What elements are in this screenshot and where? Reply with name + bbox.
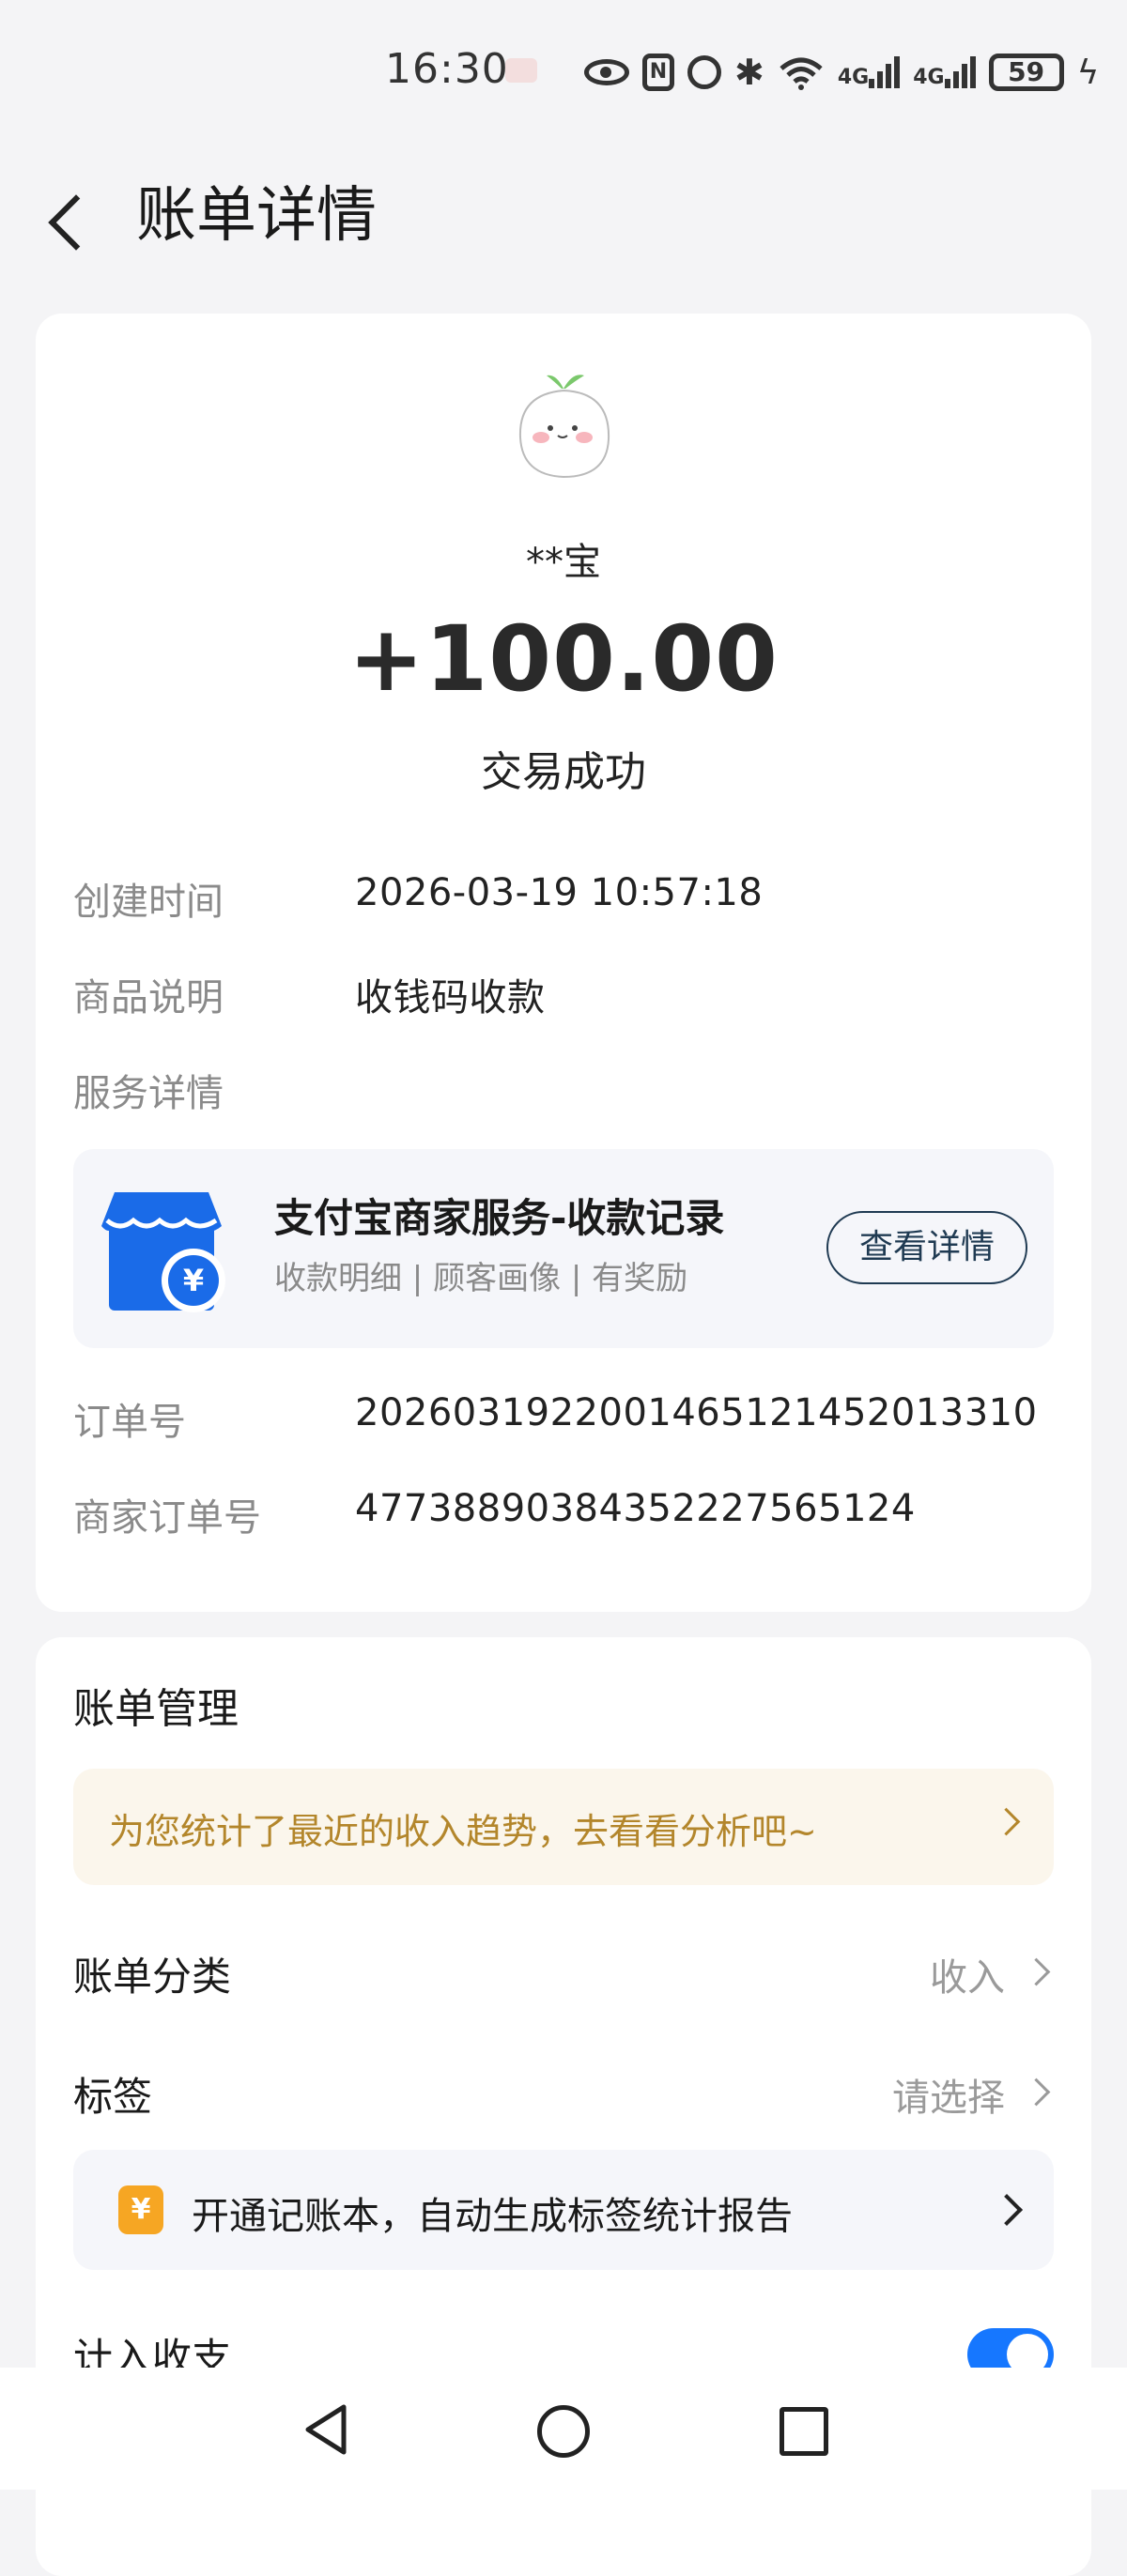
status-time: 16:30 bbox=[385, 45, 509, 93]
bluetooth-icon: ✱ bbox=[734, 52, 764, 93]
nav-back-icon[interactable] bbox=[299, 2401, 355, 2458]
header: 账单详情 bbox=[0, 160, 1127, 272]
nav-recent-apps-icon[interactable] bbox=[780, 2407, 828, 2456]
system-nav-bar bbox=[0, 2368, 1127, 2490]
chevron-right-icon bbox=[1022, 2078, 1051, 2107]
brand-badge-icon bbox=[505, 58, 537, 83]
ledger-text: 开通记账本，自动生成标签统计报告 bbox=[192, 2195, 793, 2238]
chevron-right-icon bbox=[992, 1807, 1021, 1836]
transaction-status: 交易成功 bbox=[481, 748, 646, 796]
service-detail-row: 服务详情 bbox=[73, 1063, 1054, 1128]
product-desc-value: 收钱码收款 bbox=[355, 976, 546, 1020]
signal-1-icon: 4G bbox=[837, 56, 901, 89]
order-number-row: 订单号 2026031922001465121452013310 bbox=[73, 1391, 1054, 1457]
eye-comfort-icon bbox=[584, 59, 629, 85]
transaction-amount: +100.00 bbox=[348, 606, 779, 712]
battery-icon: 59 bbox=[988, 54, 1064, 91]
view-details-button[interactable]: 查看详情 bbox=[826, 1211, 1027, 1284]
product-desc-row: 商品说明 收钱码收款 bbox=[73, 967, 1054, 1033]
chevron-right-icon bbox=[1022, 1957, 1051, 1986]
service-subtitle: 收款明细 | 顾客画像 | 有奖励 bbox=[274, 1260, 688, 1297]
promo-text: 为您统计了最近的收入趋势，去看看分析吧~ bbox=[109, 1811, 817, 1852]
alarm-icon bbox=[687, 55, 721, 89]
chevron-right-icon bbox=[991, 2194, 1023, 2226]
service-detail-label: 服务详情 bbox=[73, 1072, 224, 1115]
shop-icon-symbol: ¥ bbox=[183, 1263, 204, 1298]
product-desc-label: 商品说明 bbox=[73, 976, 224, 1020]
ledger-promo-entry[interactable]: ¥ 开通记账本，自动生成标签统计报告 bbox=[73, 2150, 1054, 2270]
section-title: 账单管理 bbox=[73, 1685, 239, 1733]
tag-row[interactable]: 标签 请选择 bbox=[73, 2056, 1054, 2131]
back-button[interactable] bbox=[38, 178, 103, 263]
charging-icon: ϟ bbox=[1076, 53, 1100, 92]
bill-category-label: 账单分类 bbox=[73, 1954, 232, 2000]
network-type-2: 4G bbox=[913, 66, 945, 89]
created-time-value: 2026-03-19 10:57:18 bbox=[355, 871, 764, 914]
created-time-row: 创建时间 2026-03-19 10:57:18 bbox=[73, 871, 1054, 937]
merchant-order-value[interactable]: 477388903843522275651​24 bbox=[355, 1487, 916, 1530]
bill-category-row[interactable]: 账单分类 收入 bbox=[73, 1936, 1054, 2011]
payer-name: **宝 bbox=[526, 541, 601, 584]
shop-icon: ¥ bbox=[101, 1192, 225, 1312]
tag-label: 标签 bbox=[73, 2074, 153, 2120]
service-title: 支付宝商家服务-收款记录 bbox=[274, 1195, 725, 1241]
status-bar: 16:30 N ✱ 4G 4G 59 ϟ bbox=[0, 0, 1127, 150]
order-number-label: 订单号 bbox=[73, 1401, 186, 1444]
payer-avatar[interactable] bbox=[498, 360, 629, 492]
nav-home-icon[interactable] bbox=[537, 2405, 590, 2458]
created-time-label: 创建时间 bbox=[73, 881, 224, 924]
merchant-order-row: 商家订单号 477388903843522275651​24 bbox=[73, 1487, 1054, 1553]
merchant-order-label: 商家订单号 bbox=[73, 1496, 261, 1540]
status-icons: N ✱ 4G 4G 59 ϟ bbox=[584, 49, 1099, 96]
page-title: 账单详情 bbox=[136, 181, 377, 251]
bill-category-value: 收入 bbox=[930, 1956, 1005, 2000]
wifi-icon bbox=[780, 57, 823, 90]
merchant-service-entry[interactable]: ¥ 支付宝商家服务-收款记录 收款明细 | 顾客画像 | 有奖励 查看详情 bbox=[73, 1149, 1054, 1348]
order-number-value[interactable]: 2026031922001465121452013310 bbox=[355, 1391, 1038, 1434]
tag-value: 请选择 bbox=[892, 2077, 1005, 2120]
transaction-card: **宝 +100.00 交易成功 创建时间 2026-03-19 10:57:1… bbox=[36, 314, 1091, 1612]
income-trend-banner[interactable]: 为您统计了最近的收入趋势，去看看分析吧~ bbox=[73, 1769, 1054, 1885]
nfc-icon: N bbox=[642, 54, 674, 91]
signal-2-icon: 4G bbox=[913, 56, 976, 89]
ledger-icon: ¥ bbox=[118, 2185, 163, 2234]
network-type-1: 4G bbox=[837, 66, 870, 89]
